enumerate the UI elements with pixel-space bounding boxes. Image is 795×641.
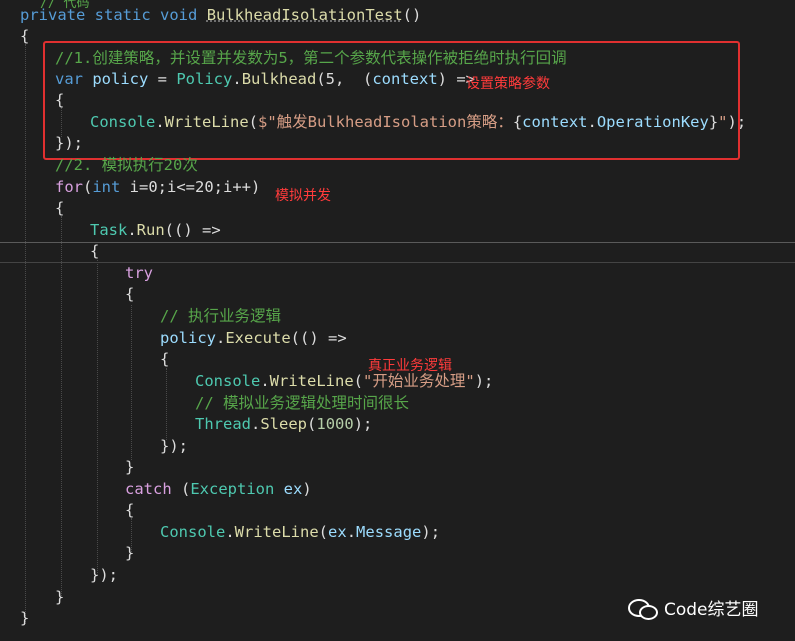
- lambda-open: (() =>: [290, 329, 347, 347]
- code-line-15[interactable]: // 执行业务逻辑: [160, 306, 281, 327]
- paren: );: [421, 523, 441, 541]
- method-name: WriteLine: [234, 523, 319, 541]
- highlight-box: [43, 41, 740, 160]
- method-name: BulkheadIsolationTest: [206, 6, 403, 24]
- indent-guide: [97, 260, 98, 575]
- code-line-12[interactable]: {: [90, 241, 99, 262]
- lambda-open: (() =>: [164, 221, 221, 239]
- view-separator-line: [0, 242, 795, 243]
- code-line-21[interactable]: });: [160, 436, 188, 457]
- number-literal: 1000: [316, 415, 354, 433]
- code-line-25[interactable]: Console.WriteLine(ex.Message);: [160, 522, 440, 543]
- keyword: static: [94, 6, 151, 24]
- method-name: Run: [136, 221, 165, 239]
- comment: // 执行业务逻辑: [160, 307, 281, 325]
- code-line-29[interactable]: }: [20, 608, 29, 629]
- code-line-27[interactable]: });: [90, 565, 118, 586]
- code-line-13[interactable]: try: [125, 263, 153, 284]
- paren: );: [353, 415, 373, 433]
- variable: ex: [274, 480, 303, 498]
- code-line-19[interactable]: // 模拟业务逻辑处理时间很长: [195, 393, 409, 414]
- keyword: try: [125, 264, 153, 282]
- string-literal: "开始业务处理": [363, 372, 475, 390]
- dot: .: [251, 415, 261, 433]
- indent-guide: [25, 44, 26, 624]
- code-line-24[interactable]: {: [125, 500, 134, 521]
- dot: .: [216, 329, 226, 347]
- keyword: for: [55, 178, 83, 196]
- comment: // 模拟业务逻辑处理时间很长: [195, 394, 409, 412]
- paren: (: [171, 480, 191, 498]
- brace: {: [90, 242, 100, 260]
- annotation-simulate-concurrency: 模拟并发: [275, 188, 331, 204]
- code-line-22[interactable]: }: [125, 457, 134, 478]
- brace: }: [55, 588, 65, 606]
- brace: {: [125, 285, 135, 303]
- variable: ex: [328, 523, 347, 541]
- variable: policy: [160, 329, 216, 347]
- brace: }: [125, 544, 135, 562]
- indent-guide: [61, 216, 62, 596]
- dot: .: [346, 523, 357, 541]
- code-line-20[interactable]: Thread.Sleep(1000);: [195, 414, 372, 435]
- indent-guide: [131, 305, 132, 460]
- code-line-28[interactable]: }: [55, 587, 64, 608]
- type-name: Thread: [195, 415, 251, 433]
- paren: (: [83, 178, 93, 196]
- code-line-16[interactable]: policy.Execute(() =>: [160, 328, 347, 349]
- paren: ): [302, 480, 312, 498]
- keyword: void: [160, 6, 198, 24]
- punctuation: (): [402, 6, 422, 24]
- code-line-2[interactable]: {: [20, 26, 29, 47]
- indent-guide: [166, 368, 167, 440]
- brace: {: [20, 27, 30, 45]
- keyword: catch: [125, 480, 172, 498]
- method-name: WriteLine: [269, 372, 354, 390]
- dot: .: [127, 221, 137, 239]
- loop-expression: i=0;i<=20;i++): [120, 178, 261, 196]
- method-name: Sleep: [260, 415, 308, 433]
- code-line-11[interactable]: Task.Run(() =>: [90, 220, 221, 241]
- brace: }: [20, 609, 30, 627]
- property: Message: [356, 523, 422, 541]
- code-line-26[interactable]: }: [125, 543, 134, 564]
- paren: (: [318, 523, 329, 541]
- code-line-10[interactable]: {: [55, 198, 64, 219]
- dot: .: [260, 372, 270, 390]
- code-line-8[interactable]: //2. 模拟执行20次: [55, 155, 198, 176]
- type-keyword: int: [92, 178, 121, 196]
- dot: .: [225, 523, 235, 541]
- type-name: Console: [195, 372, 261, 390]
- method-name: Execute: [225, 329, 291, 347]
- code-editor[interactable]: // 代码 private static void BulkheadIsolat…: [0, 0, 795, 641]
- code-line-1[interactable]: private static void BulkheadIsolationTes…: [20, 5, 421, 26]
- code-line-17[interactable]: {: [160, 349, 169, 370]
- code-line-14[interactable]: {: [125, 284, 134, 305]
- comment: //2. 模拟执行20次: [55, 156, 198, 174]
- brace: {: [160, 350, 170, 368]
- view-separator-line: [0, 262, 795, 263]
- type-name: Task: [90, 221, 128, 239]
- annotation-policy-params: 设置策略参数: [466, 76, 550, 92]
- type-name: Exception: [190, 480, 275, 498]
- brace: }: [125, 458, 135, 476]
- paren: (: [307, 415, 317, 433]
- brace: {: [125, 501, 135, 519]
- code-line-9[interactable]: for(int i=0;i<=20;i++): [55, 177, 260, 198]
- keyword: private: [20, 6, 86, 24]
- type-name: Console: [160, 523, 226, 541]
- code-line-18[interactable]: Console.WriteLine("开始业务处理");: [195, 371, 493, 392]
- brace: {: [55, 199, 65, 217]
- paren: (: [353, 372, 364, 390]
- brace: });: [160, 437, 188, 455]
- watermark-text: Code综艺圈: [664, 600, 759, 620]
- wechat-icon: [628, 597, 658, 620]
- paren: );: [474, 372, 494, 390]
- brace: });: [90, 566, 118, 584]
- watermark: Code综艺圈: [628, 595, 759, 620]
- code-line-23[interactable]: catch (Exception ex): [125, 479, 312, 500]
